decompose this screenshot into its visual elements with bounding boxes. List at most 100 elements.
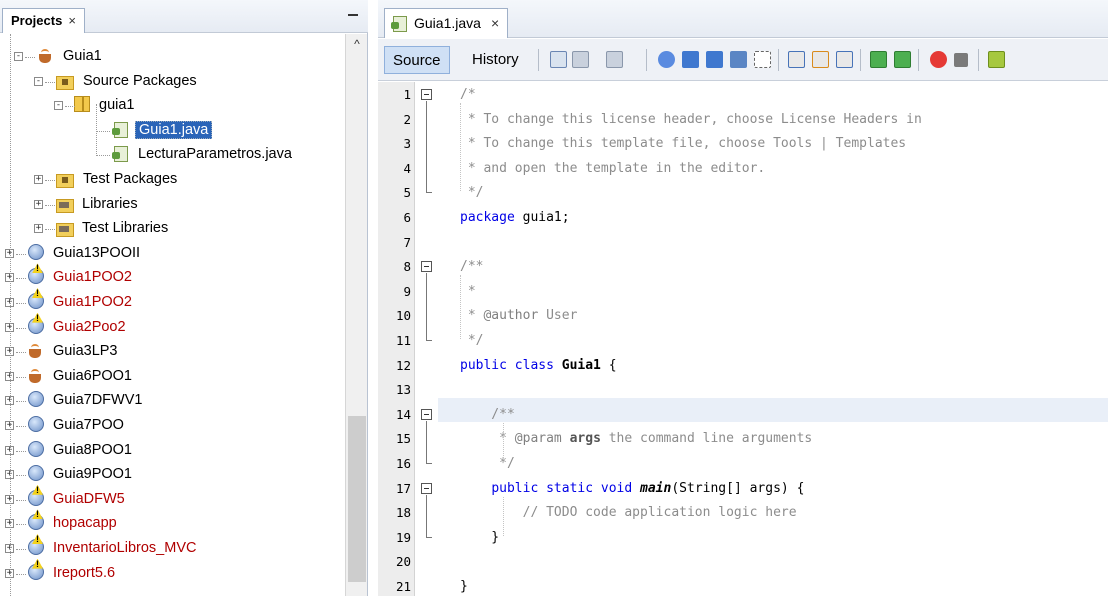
fold-toggle-icon[interactable] (421, 261, 432, 273)
tree-connector (16, 327, 26, 329)
find-icon[interactable] (658, 51, 675, 68)
indent-guide (460, 103, 461, 192)
coffee-cup-icon (38, 49, 54, 63)
fold-toggle-icon[interactable] (421, 89, 432, 100)
code-area[interactable]: 1 2 3 4 5 6 7 8 9 10 11 12 13 14 15 16 17 18 19 20 21 /* * T… (378, 82, 1108, 596)
fold-toggle-icon[interactable] (421, 408, 432, 420)
code-line: /* (460, 87, 476, 102)
find-next-icon[interactable] (706, 51, 723, 68)
tree-item[interactable]: LecturaParametros.java (112, 142, 295, 166)
tree-item-label: Guia3LP3 (53, 343, 118, 360)
tree-item-label: Guia6POO1 (53, 367, 132, 384)
last-edit-icon[interactable] (550, 51, 567, 68)
tree-item[interactable]: Guia2Poo2 (28, 315, 129, 339)
line-number: 12 (395, 357, 411, 373)
tree-item-label: Guia8POO1 (53, 441, 132, 458)
stop-macro-icon[interactable] (954, 53, 968, 67)
tree-item[interactable]: Guia1 (38, 44, 105, 68)
tree-item-label: Guia7POO (53, 417, 124, 433)
current-line-highlight (438, 398, 1108, 422)
globe-warning-icon (28, 563, 44, 580)
rectangular-selection-icon[interactable] (754, 51, 771, 68)
tree-connector (16, 475, 26, 477)
tree-item[interactable]: Guia9POO1 (28, 462, 135, 486)
globe-icon (28, 416, 44, 432)
fold-end (426, 340, 432, 341)
toggle-bookmark-icon[interactable] (836, 51, 853, 68)
close-icon[interactable]: × (68, 13, 76, 28)
java-file-icon (391, 15, 408, 32)
collapse-toggle-icon[interactable]: - (14, 52, 23, 61)
forward-icon[interactable] (606, 51, 623, 68)
tree-connector (16, 376, 26, 378)
tree-item[interactable]: Test Packages (56, 167, 180, 191)
tree-item[interactable]: Guia7POO (28, 413, 127, 437)
indent-guide (503, 422, 504, 462)
code-line: * (460, 283, 476, 299)
globe-icon (28, 391, 44, 408)
tree-item[interactable]: Guia13POOII (28, 241, 143, 265)
tree-item[interactable]: Guia3LP3 (28, 339, 121, 363)
tree-connector (45, 229, 55, 231)
projects-tab[interactable]: Projects × (2, 8, 85, 33)
tree-item-label: Guia9POO1 (53, 466, 132, 483)
tree-item[interactable]: Guia7DFWV1 (28, 388, 145, 412)
tree-connector (16, 303, 26, 304)
collapse-toggle-icon[interactable]: - (34, 76, 43, 86)
tree-item[interactable]: Ireport5.6 (28, 561, 118, 585)
expand-toggle-icon[interactable]: + (34, 199, 43, 209)
tree-item-label: Test Packages (83, 171, 178, 187)
line-number: 15 (395, 431, 411, 447)
tree-item[interactable]: Guia8POO1 (28, 438, 135, 462)
close-icon[interactable]: × (491, 15, 499, 31)
find-previous-icon[interactable] (682, 51, 699, 68)
tree-item[interactable]: hopacapp (28, 511, 120, 535)
tree-item-label: Guia1POO2 (53, 294, 132, 310)
scroll-up-icon[interactable]: ^ (346, 34, 368, 54)
tab-guia1-java[interactable]: Guia1.java × (384, 8, 509, 38)
expand-toggle-icon[interactable]: + (34, 175, 43, 184)
comment-icon[interactable] (988, 51, 1005, 68)
back-icon[interactable] (572, 51, 589, 68)
collapse-toggle-icon[interactable]: - (54, 101, 63, 111)
shift-right-icon[interactable] (894, 51, 911, 68)
tree-item-label: Libraries (82, 195, 138, 212)
toolbar-separator (978, 49, 979, 71)
tree-item-label: Guia1 (63, 48, 102, 64)
fold-line (426, 101, 427, 193)
line-number: 9 (403, 283, 411, 299)
fold-line (426, 494, 427, 537)
tree-item[interactable]: Source Packages (56, 69, 200, 93)
history-button[interactable]: History (464, 46, 527, 74)
fold-toggle-icon[interactable] (421, 482, 432, 494)
shift-left-icon[interactable] (870, 51, 887, 68)
line-number: 8 (403, 259, 411, 275)
source-button[interactable]: Source (384, 46, 450, 74)
tree-connector (96, 104, 97, 154)
minimize-icon[interactable] (348, 14, 358, 16)
tree-item[interactable]: InventarioLibros_MVC (28, 536, 199, 560)
fold-end (426, 192, 432, 194)
tree-item[interactable]: Guia6POO1 (28, 364, 135, 388)
scroll-thumb[interactable] (348, 416, 366, 582)
tree-item[interactable]: Guia1.java (112, 118, 213, 142)
tree-item[interactable]: Libraries (56, 192, 141, 216)
next-bookmark-icon[interactable] (812, 51, 829, 68)
fold-column (416, 82, 438, 596)
code-editor: Guia1.java × Source History 1 2 3 4 5 6 7 8 9 10 11… (378, 0, 1108, 596)
code-line: public class Guia1 { (460, 357, 617, 373)
tree-item[interactable]: Guia1POO2 (28, 265, 135, 289)
tree-item[interactable]: Test Libraries (56, 216, 171, 240)
tree-scrollbar[interactable]: ^ (345, 34, 367, 596)
tree-item[interactable]: GuiaDFW5 (28, 487, 128, 511)
line-number: 11 (395, 333, 411, 348)
code-line: // TODO code application logic here (460, 505, 797, 521)
code-line: package guia1; (460, 210, 570, 225)
toggle-highlight-icon[interactable] (730, 51, 747, 68)
tree-item[interactable]: guia1 (74, 93, 137, 117)
previous-bookmark-icon[interactable] (788, 51, 805, 68)
start-macro-icon[interactable] (930, 51, 947, 68)
expand-toggle-icon[interactable]: + (34, 224, 43, 234)
tree-item[interactable]: Guia1POO2 (28, 290, 135, 314)
globe-icon (28, 465, 44, 482)
